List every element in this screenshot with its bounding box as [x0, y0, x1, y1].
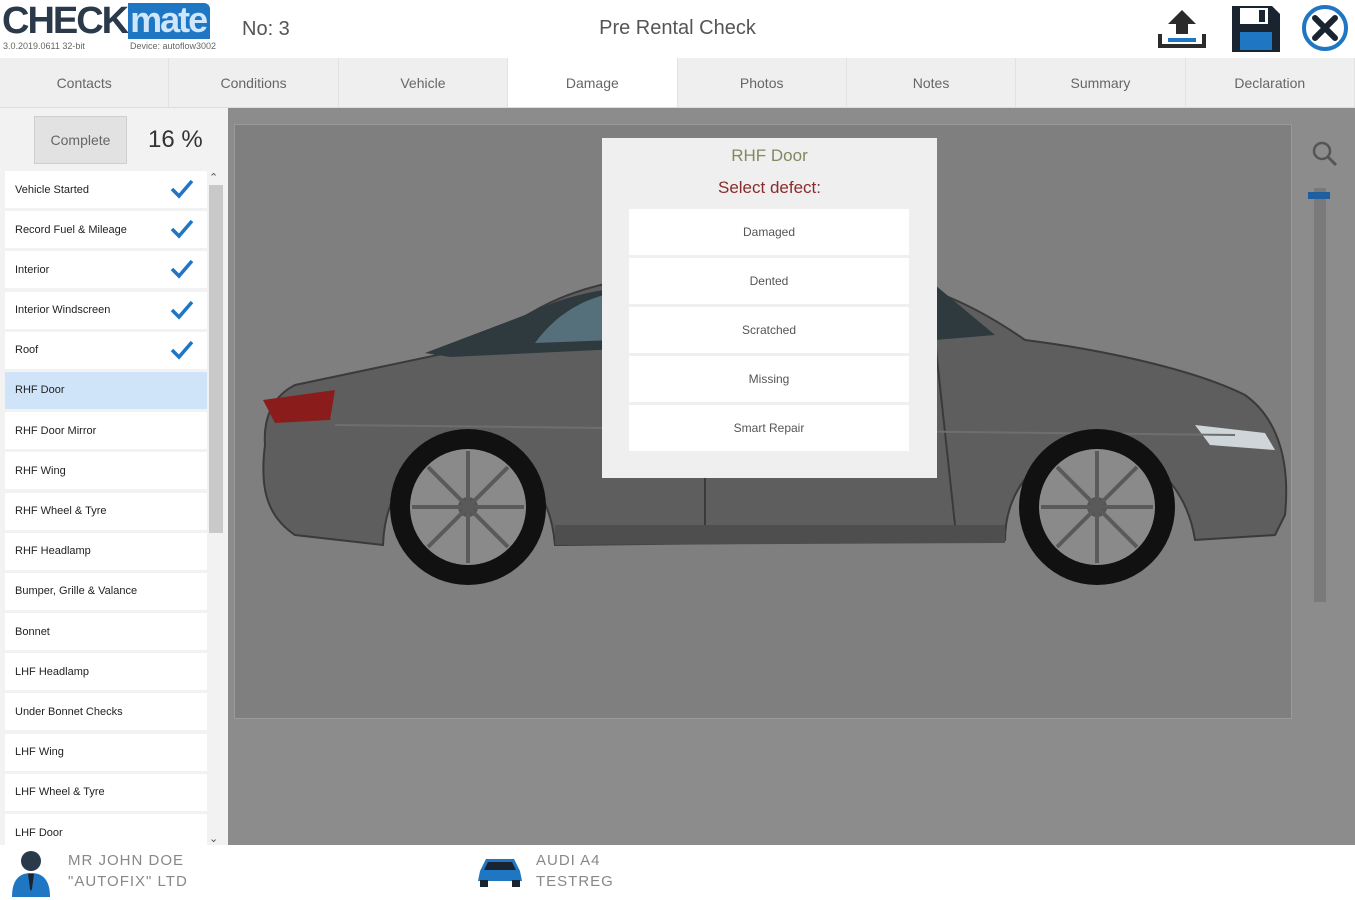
completion-percent: 16 %: [148, 126, 203, 153]
checklist-item[interactable]: RHF Wheel & Tyre: [5, 492, 207, 530]
vehicle-model: AUDI A4: [536, 852, 601, 869]
checklist-item-label: Vehicle Started: [15, 183, 89, 196]
checklist-item[interactable]: Under Bonnet Checks: [5, 693, 207, 731]
checklist-item-label: Roof: [15, 344, 39, 357]
tab-notes[interactable]: Notes: [847, 58, 1017, 107]
checklist-item[interactable]: Interior Windscreen: [5, 291, 207, 329]
checklist-item-label: RHF Wing: [15, 464, 66, 477]
car-icon: [478, 859, 522, 887]
zoom-slider-thumb[interactable]: [1308, 192, 1330, 199]
checklist-item-label: LHF Headlamp: [15, 665, 89, 678]
checklist-item-label: Bumper, Grille & Valance: [15, 585, 138, 598]
checklist-item[interactable]: LHF Headlamp: [5, 653, 207, 691]
checklist-item-label: Record Fuel & Mileage: [15, 223, 127, 236]
scroll-thumb[interactable]: [209, 185, 223, 533]
person-icon: [12, 851, 50, 897]
tab-summary[interactable]: Summary: [1016, 58, 1186, 107]
defect-damaged-button[interactable]: Damaged: [629, 209, 909, 255]
tab-contacts[interactable]: Contacts: [0, 58, 170, 107]
checklist-item[interactable]: Bumper, Grille & Valance: [5, 572, 207, 610]
zoom-slider-track[interactable]: [1314, 188, 1326, 602]
checklist-item[interactable]: RHF Wing: [5, 452, 207, 490]
defect-popup: RHF Door Select defect: Damaged Dented S…: [602, 138, 937, 478]
close-icon[interactable]: [1298, 3, 1354, 53]
checkmark-icon: [170, 179, 194, 199]
customer-name: MR JOHN DOE: [68, 852, 184, 869]
checklist-item-label: RHF Door Mirror: [15, 424, 97, 437]
checklist-item-label: Under Bonnet Checks: [15, 705, 123, 718]
checklist-item-label: Bonnet: [15, 625, 50, 638]
defect-dented-button[interactable]: Dented: [629, 258, 909, 304]
checklist-item[interactable]: LHF Wing: [5, 733, 207, 771]
checklist-item-label: Interior Windscreen: [15, 304, 111, 317]
popup-title: RHF Door: [731, 146, 808, 165]
checklist-sidebar: Complete 16 % Vehicle Started Record Fuel…: [0, 108, 228, 845]
checklist-item-label: LHF Door: [15, 826, 63, 839]
checklist-item-label: LHF Wing: [15, 746, 64, 759]
checkmark-icon: [170, 220, 194, 239]
customer-company: "AUTOFIX" LTD: [68, 873, 188, 890]
save-icon[interactable]: [1228, 4, 1284, 54]
device-id: Device: autoflow3002: [130, 41, 217, 51]
checklist-item[interactable]: Vehicle Started: [5, 171, 207, 208]
app-version: 3.0.2019.0611 32-bit: [3, 41, 85, 51]
tab-vehicle[interactable]: Vehicle: [339, 58, 509, 107]
defect-scratched-button[interactable]: Scratched: [629, 307, 909, 353]
checklist-item[interactable]: LHF Door: [5, 814, 207, 845]
popup-subtitle: Select defect:: [717, 178, 821, 197]
checkmark-icon: [170, 260, 194, 279]
scroll-down-icon[interactable]: ⌄: [209, 832, 218, 845]
checklist-item[interactable]: RHF Headlamp: [5, 532, 207, 570]
complete-button[interactable]: Complete: [34, 116, 127, 164]
defect-options: Damaged Dented Scratched Missing Smart R…: [629, 209, 909, 454]
checklist-item[interactable]: Record Fuel & Mileage: [5, 211, 207, 249]
tab-damage[interactable]: Damage: [508, 58, 678, 107]
checkmark-icon: [170, 300, 194, 320]
checklist-item-label: RHF Headlamp: [15, 545, 91, 558]
checklist-scrollbar[interactable]: ⌃ ⌄: [207, 171, 223, 845]
scroll-up-icon[interactable]: ⌃: [209, 171, 218, 184]
checklist-item-label: RHF Wheel & Tyre: [15, 505, 107, 517]
checklist-item-label: LHF Wheel & Tyre: [15, 786, 105, 799]
checklist-item-label: RHF Door: [15, 384, 65, 397]
checklist-item[interactable]: RHF Door: [5, 371, 207, 409]
checklist-item[interactable]: LHF Wheel & Tyre: [5, 773, 207, 811]
vehicle-registration: TESTREG: [536, 873, 614, 890]
footer-bar: MR JOHN DOE "AUTOFIX" LTD AUDI A4 TESTRE…: [0, 845, 1355, 900]
checklist-item[interactable]: Roof: [5, 331, 207, 369]
checklist: Vehicle Started Record Fuel & Mileage Inte…: [5, 171, 207, 845]
tab-declaration[interactable]: Declaration: [1186, 58, 1355, 107]
tab-bar: Contacts Conditions Vehicle Damage Photo…: [0, 58, 1355, 108]
checklist-item[interactable]: RHF Door Mirror: [5, 412, 207, 450]
tab-photos[interactable]: Photos: [678, 58, 847, 107]
checklist-item[interactable]: Interior: [5, 251, 207, 289]
defect-smart-repair-button[interactable]: Smart Repair: [629, 405, 909, 451]
zoom-icon[interactable]: [1311, 140, 1339, 168]
checkmark-icon: [170, 340, 194, 360]
tab-conditions[interactable]: Conditions: [169, 58, 339, 107]
checklist-item[interactable]: Bonnet: [5, 613, 207, 651]
page-title: Pre Rental Check: [599, 17, 756, 39]
app-header: CHECK mate 3.0.2019.0611 32-bit Device: a…: [0, 0, 1355, 58]
upload-icon[interactable]: [1154, 4, 1210, 54]
defect-missing-button[interactable]: Missing: [629, 356, 909, 402]
checklist-item-label: Interior: [15, 263, 50, 276]
